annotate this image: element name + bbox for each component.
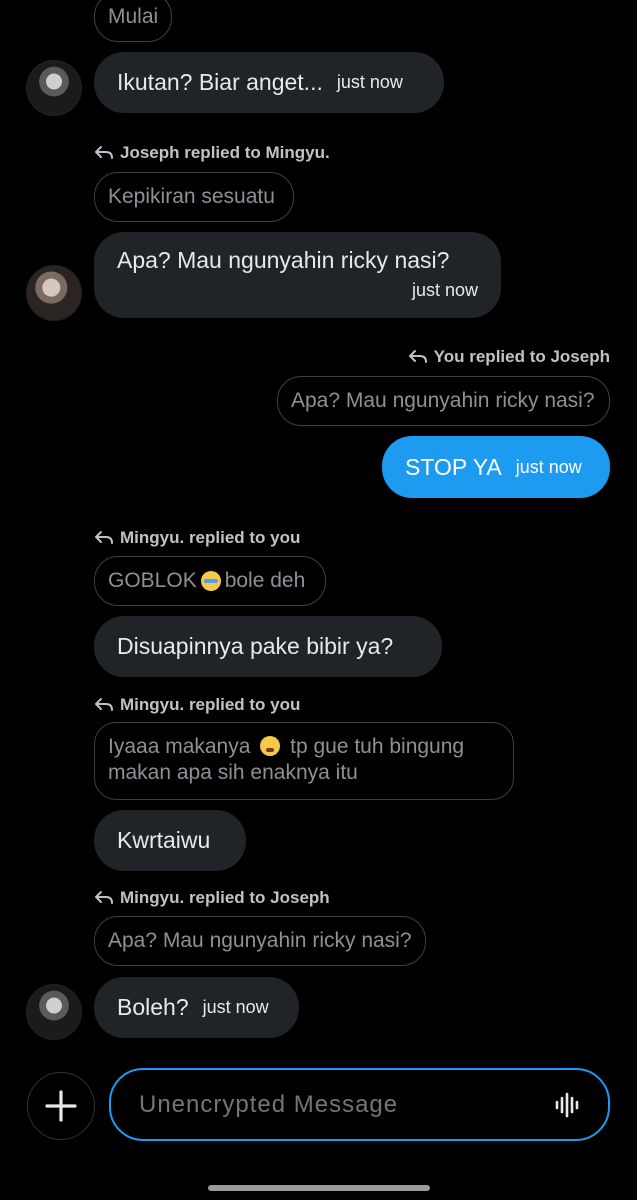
- message-text: STOP YA: [405, 453, 502, 480]
- message-timestamp: just now: [515, 456, 582, 477]
- message-timestamp: just now: [336, 72, 403, 92]
- reply-arrow-icon: [95, 891, 113, 904]
- message-timestamp: just now: [202, 997, 269, 1017]
- quote-text: Kepikiran sesuatu: [108, 185, 275, 208]
- reply-label-text: Mingyu. replied to you: [120, 695, 301, 714]
- message-text: Apa? Mau ngunyahin ricky nasi?: [117, 247, 450, 273]
- message-bubble[interactable]: Apa? Mau ngunyahin ricky nasi? just now: [94, 232, 501, 318]
- message-bubble[interactable]: Kwrtaiwu: [94, 810, 246, 871]
- add-attachment-button[interactable]: [27, 1072, 95, 1140]
- reply-label: You replied to Joseph: [408, 347, 610, 367]
- home-indicator[interactable]: [208, 1185, 430, 1191]
- plus-icon: [45, 1090, 77, 1122]
- reply-quote[interactable]: Iyaaa makanya tp gue tuh bingung makan a…: [94, 722, 514, 800]
- quote-line: makan apa sih enaknya itu: [108, 761, 358, 784]
- avatar[interactable]: [26, 60, 82, 116]
- quote-text: Apa? Mau ngunyahin ricky nasi?: [291, 389, 595, 412]
- quote-line: Iyaaa makanya tp gue tuh bingung: [108, 734, 500, 760]
- reply-label-text: Joseph replied to Mingyu.: [120, 143, 330, 162]
- reply-label-text: Mingyu. replied to Joseph: [120, 888, 330, 907]
- voice-message-icon[interactable]: [554, 1091, 582, 1119]
- my-message-bubble[interactable]: STOP YA just now: [382, 436, 610, 498]
- reply-quote[interactable]: Kepikiran sesuatu: [94, 172, 294, 222]
- message-text: Kwrtaiwu: [117, 827, 211, 853]
- reply-arrow-icon: [95, 698, 113, 711]
- reply-label-text: You replied to Joseph: [433, 347, 610, 366]
- reply-quote[interactable]: GOBLOK bole deh: [94, 556, 326, 606]
- quote-text-end: tp gue tuh bingung: [290, 735, 465, 758]
- avatar[interactable]: [26, 265, 82, 321]
- quote-text: Mulai: [108, 5, 159, 28]
- reply-label-text: Mingyu. replied to you: [120, 528, 301, 547]
- crying-emoji-icon: [200, 571, 221, 591]
- reply-arrow-icon: [95, 531, 113, 544]
- quote-text-start: GOBLOK: [108, 569, 197, 592]
- reply-quote[interactable]: Mulai: [94, 0, 173, 42]
- message-timestamp: just now: [411, 280, 478, 300]
- message-composer[interactable]: [109, 1068, 610, 1141]
- tired-face-emoji-icon: [260, 736, 281, 756]
- quote-text-end: bole deh: [224, 569, 306, 592]
- reply-label: Mingyu. replied to you: [94, 695, 300, 715]
- reply-arrow-icon: [95, 146, 113, 159]
- message-text: Boleh?: [117, 994, 189, 1020]
- avatar[interactable]: [26, 984, 82, 1040]
- reply-label: Mingyu. replied to Joseph: [94, 888, 330, 908]
- reply-label: Mingyu. replied to you: [94, 528, 300, 548]
- message-input[interactable]: [137, 1089, 554, 1120]
- reply-arrow-icon: [408, 350, 427, 363]
- reply-quote[interactable]: Apa? Mau ngunyahin ricky nasi?: [94, 916, 426, 966]
- reply-quote[interactable]: Apa? Mau ngunyahin ricky nasi?: [277, 376, 610, 426]
- message-text: Ikutan? Biar anget...: [117, 69, 323, 95]
- message-bubble[interactable]: Ikutan? Biar anget... just now: [94, 52, 444, 113]
- quote-text: Apa? Mau ngunyahin ricky nasi?: [108, 929, 412, 952]
- message-text: Disuapinnya pake bibir ya?: [117, 633, 394, 659]
- message-bubble[interactable]: Boleh? just now: [94, 977, 299, 1038]
- quote-text-start: Iyaaa makanya: [108, 735, 251, 758]
- message-bubble[interactable]: Disuapinnya pake bibir ya?: [94, 616, 442, 677]
- reply-label: Joseph replied to Mingyu.: [94, 143, 330, 163]
